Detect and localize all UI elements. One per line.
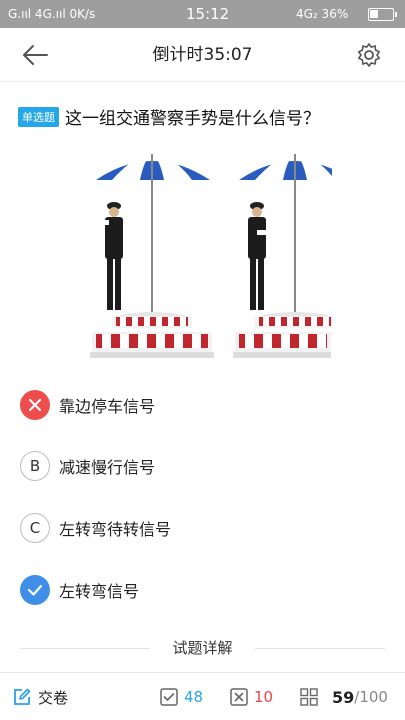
question-index-button[interactable]: 59 /100 (300, 673, 388, 720)
header: 倒计时35:07 (0, 28, 405, 82)
option-b[interactable]: B 减速慢行信号 (20, 449, 380, 483)
correct-count-button[interactable]: 48 (160, 673, 203, 720)
status-bar: G.ııl 4G.ııl 0K/s 15:12 4G₂ 36% (0, 0, 405, 28)
option-c-marker: C (20, 513, 50, 543)
correct-answer-icon (20, 575, 50, 605)
countdown-title: 倒计时35:07 (152, 45, 253, 65)
settings-button[interactable] (355, 41, 383, 69)
option-c-text: 左转弯待转信号 (59, 520, 172, 539)
question-text: 这一组交通警察手势是什么信号？ (65, 109, 320, 129)
correct-count: 48 (184, 688, 204, 706)
edit-icon (14, 688, 31, 705)
question-type-badge: 单选题 (18, 106, 59, 127)
bottom-bar: 交卷 48 10 59 /100 (0, 672, 405, 720)
option-b-text: 减速慢行信号 (59, 458, 156, 477)
submit-label: 交卷 (38, 688, 69, 707)
close-box-icon (230, 688, 248, 706)
wrong-count: 10 (254, 688, 274, 706)
option-d-text: 左转弯信号 (59, 582, 140, 601)
grid-icon (300, 688, 318, 706)
progress-current: 59 (332, 687, 355, 707)
option-d[interactable]: 左转弯信号 (20, 573, 380, 607)
explanation-section: 试题详解 (0, 636, 405, 660)
status-time: 15:12 (186, 5, 230, 23)
option-a[interactable]: 靠边停车信号 (20, 388, 380, 422)
back-button[interactable] (20, 41, 50, 69)
police-figure-right (233, 152, 332, 358)
traffic-police-illustration (90, 152, 332, 358)
question: 单选题 这一组交通警察手势是什么信号？ (18, 104, 388, 129)
progress-total: /100 (354, 688, 388, 706)
option-b-marker: B (20, 451, 50, 481)
network-status: G.ııl 4G.ııl 0K/s (8, 7, 96, 21)
arrow-left-icon (23, 45, 48, 65)
explanation-label: 试题详解 (172, 639, 233, 657)
submit-button[interactable]: 交卷 (12, 673, 68, 720)
wrong-count-button[interactable]: 10 (230, 673, 273, 720)
gear-icon (358, 43, 380, 67)
battery-icon (368, 8, 397, 21)
option-c[interactable]: C 左转弯待转信号 (20, 511, 380, 545)
battery-status: 4G₂ 36% (296, 7, 349, 21)
option-a-text: 靠边停车信号 (59, 397, 156, 416)
police-figure-left (90, 152, 214, 358)
checkbox-icon (160, 688, 178, 706)
wrong-answer-icon (20, 390, 50, 420)
